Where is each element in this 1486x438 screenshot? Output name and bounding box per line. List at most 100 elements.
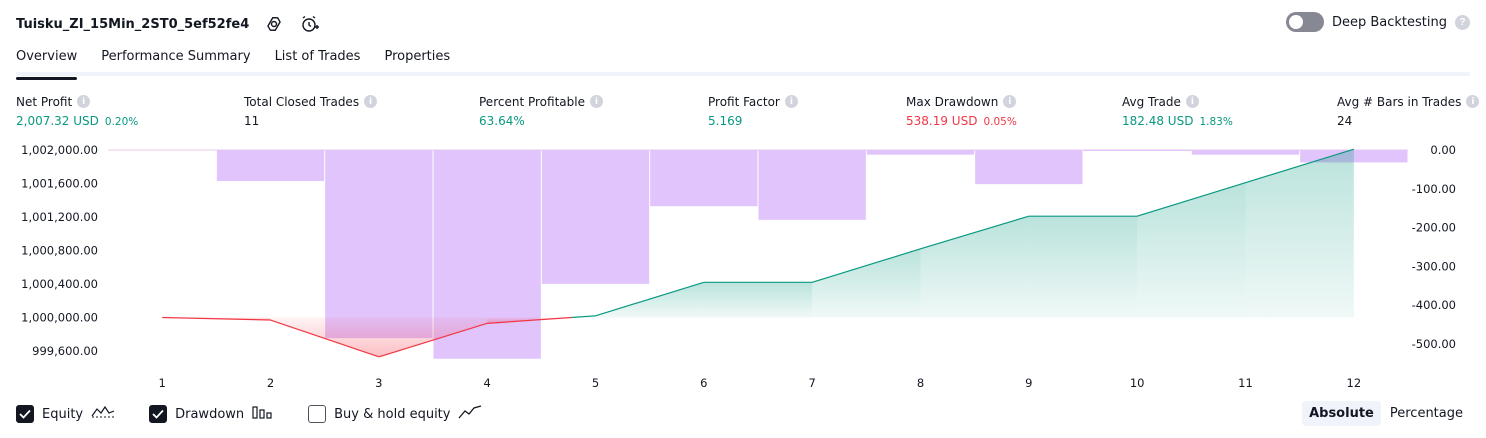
metric-percent: 0.20% — [104, 116, 139, 128]
equity-line-icon — [91, 404, 115, 425]
drawdown-bar — [650, 150, 758, 207]
legend-equity[interactable]: Equity — [16, 404, 115, 425]
x-axis-tick: 10 — [1130, 376, 1145, 390]
metric-amount: 2,007.32 USD — [16, 114, 99, 128]
x-axis-tick: 3 — [375, 376, 382, 390]
legend-label: Equity — [42, 406, 84, 422]
metric-percent: 1.83% — [1199, 116, 1233, 128]
value-mode-switch: Absolute Percentage — [1302, 401, 1470, 426]
drawdown-bar — [1083, 150, 1191, 151]
metric-max-drawdown: Max Drawdown i 538.19 USD 0.05% — [906, 94, 1017, 129]
deep-backtesting-label: Deep Backtesting — [1331, 14, 1447, 30]
metric-label: Profit Factor — [708, 94, 780, 109]
right-axis-tick: 0.00 — [1430, 143, 1456, 157]
metric-profit-factor: Profit Factor i 5.169 — [708, 94, 798, 129]
metric-value: 11 — [244, 114, 377, 129]
metric-value: 182.48 USD 1.83% — [1122, 114, 1233, 129]
x-axis-tick: 12 — [1347, 376, 1362, 390]
buy-hold-line-icon — [458, 404, 482, 425]
x-axis-tick: 5 — [592, 376, 599, 390]
info-icon[interactable]: i — [1003, 95, 1017, 108]
drawdown-bar — [758, 150, 866, 220]
left-axis-tick: 1,001,600.00 — [21, 177, 98, 191]
tab-overview[interactable]: Overview — [16, 46, 78, 80]
metric-amount: 538.19 USD — [906, 114, 978, 128]
left-axis-tick: 1,000,000.00 — [21, 311, 98, 325]
right-axis-tick: -500.00 — [1412, 337, 1456, 351]
strategy-name: Tuisku_ZI_15Min_2ST0_5ef52fe4 — [16, 16, 250, 32]
legend-label: Buy & hold equity — [334, 406, 451, 422]
equity-area-up — [703, 282, 813, 318]
x-axis-tick: 4 — [484, 376, 491, 390]
x-axis-tick: 9 — [1025, 376, 1032, 390]
info-icon[interactable]: i — [77, 95, 91, 108]
legend-buy-hold[interactable]: Buy & hold equity — [308, 404, 482, 425]
equity-area-up — [1028, 216, 1138, 318]
metric-amount: 5.169 — [708, 114, 743, 128]
equity-area-up — [812, 248, 921, 318]
metric-avg-trade: Avg Trade i 182.48 USD 1.83% — [1122, 94, 1233, 129]
chart-legend: Equity Drawdown Buy & hold equity — [16, 402, 516, 426]
info-icon[interactable]: i — [589, 95, 603, 108]
drawdown-bar — [216, 150, 325, 182]
metric-net-profit: Net Profit i 2,007.32 USD 0.20% — [16, 94, 138, 129]
settings-icon[interactable] — [263, 13, 285, 35]
metric-label: Avg Trade — [1122, 94, 1181, 109]
metric-percent-profitable: Percent Profitable i 63.64% — [479, 94, 603, 129]
metric-label: Percent Profitable — [479, 94, 585, 109]
metric-percent: 0.05% — [983, 116, 1017, 128]
right-axis-tick: -200.00 — [1412, 221, 1456, 235]
metric-value: 2,007.32 USD 0.20% — [16, 114, 138, 129]
left-axis-tick: 1,002,000.00 — [21, 143, 98, 157]
metric-label: Max Drawdown — [906, 94, 999, 109]
left-axis-tick: 999,600.00 — [32, 344, 98, 358]
x-axis-tick: 8 — [917, 376, 924, 390]
left-axis-tick: 1,000,800.00 — [21, 244, 98, 258]
equity-drawdown-chart[interactable]: 1,002,000.00 1,001,600.00 1,001,200.00 1,00… — [0, 138, 1486, 398]
info-icon[interactable]: i — [784, 95, 798, 108]
right-axis-tick: -300.00 — [1412, 259, 1456, 273]
drawdown-bar — [1191, 150, 1300, 155]
help-icon[interactable]: ? — [1455, 14, 1470, 30]
drawdown-bar — [325, 150, 433, 339]
metric-total-closed-trades: Total Closed Trades i 11 — [244, 94, 378, 129]
x-axis-tick: 6 — [700, 376, 707, 390]
percentage-button[interactable]: Percentage — [1383, 401, 1470, 426]
metric-amount: 182.48 USD — [1122, 114, 1194, 128]
absolute-button[interactable]: Absolute — [1302, 401, 1381, 426]
legend-label: Drawdown — [175, 406, 245, 422]
equity-checkbox[interactable] — [16, 405, 34, 423]
info-icon[interactable]: i — [364, 95, 378, 108]
add-alert-icon[interactable] — [299, 13, 321, 35]
left-axis-tick: 1,000,400.00 — [21, 277, 98, 291]
metric-label: Avg # Bars in Trades — [1337, 94, 1462, 109]
drawdown-bars-icon — [252, 404, 274, 425]
metric-amount: 24 — [1337, 114, 1353, 128]
equity-area-up — [1245, 149, 1354, 318]
deep-backtesting: Deep Backtesting ? — [1285, 12, 1470, 32]
tab-properties[interactable]: Properties — [384, 46, 450, 76]
legend-drawdown[interactable]: Drawdown — [149, 404, 274, 425]
equity-area-up — [920, 216, 1029, 318]
strategy-header: Tuisku_ZI_15Min_2ST0_5ef52fe4 — [16, 10, 321, 38]
tab-list-of-trades[interactable]: List of Trades — [275, 46, 361, 76]
metric-avg-bars: Avg # Bars in Trades i 24 — [1337, 94, 1480, 129]
metric-amount: 63.64% — [479, 114, 525, 128]
tab-performance-summary[interactable]: Performance Summary — [101, 46, 250, 76]
metrics-row: Net Profit i 2,007.32 USD 0.20% Total Clos… — [0, 94, 1486, 130]
info-icon[interactable]: i — [1466, 95, 1480, 108]
drawdown-checkbox[interactable] — [149, 405, 168, 423]
tab-bar: Overview Performance Summary List of Tra… — [16, 46, 1470, 80]
deep-backtesting-toggle[interactable] — [1285, 12, 1324, 32]
x-axis-tick: 7 — [809, 376, 816, 390]
metric-value: 5.169 — [708, 114, 798, 129]
metric-amount: 11 — [244, 114, 260, 128]
drawdown-bar — [975, 150, 1083, 185]
x-axis-tick: 11 — [1238, 376, 1253, 390]
buy-hold-checkbox[interactable] — [308, 405, 327, 423]
left-axis-tick: 1,001,200.00 — [21, 210, 98, 224]
right-axis-tick: -400.00 — [1412, 298, 1456, 312]
info-icon[interactable]: i — [1185, 95, 1199, 108]
metric-value: 63.64% — [479, 114, 603, 129]
metric-label: Net Profit — [16, 94, 73, 109]
